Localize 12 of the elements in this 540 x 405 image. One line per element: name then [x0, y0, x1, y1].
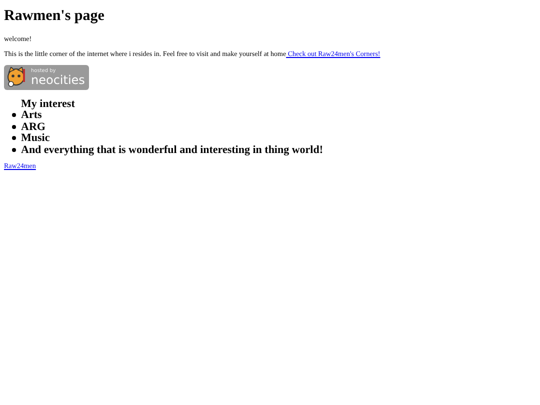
bullet-icon	[12, 148, 16, 152]
cat-mascot-icon	[6, 67, 28, 88]
badge-brand: neocities	[31, 74, 85, 86]
bullet-icon	[12, 124, 16, 129]
bullet-icon	[12, 136, 16, 140]
page-title: Rawmen's page	[4, 8, 104, 25]
interest-heading: My interest	[21, 98, 75, 110]
interest-item: And everything that is wonderful and interesting in thing world!	[21, 144, 324, 156]
interest-item: Music	[21, 132, 50, 144]
interest-item: Arts	[21, 109, 42, 122]
bullet-icon	[12, 113, 16, 118]
interest-item: ARG	[21, 120, 46, 133]
